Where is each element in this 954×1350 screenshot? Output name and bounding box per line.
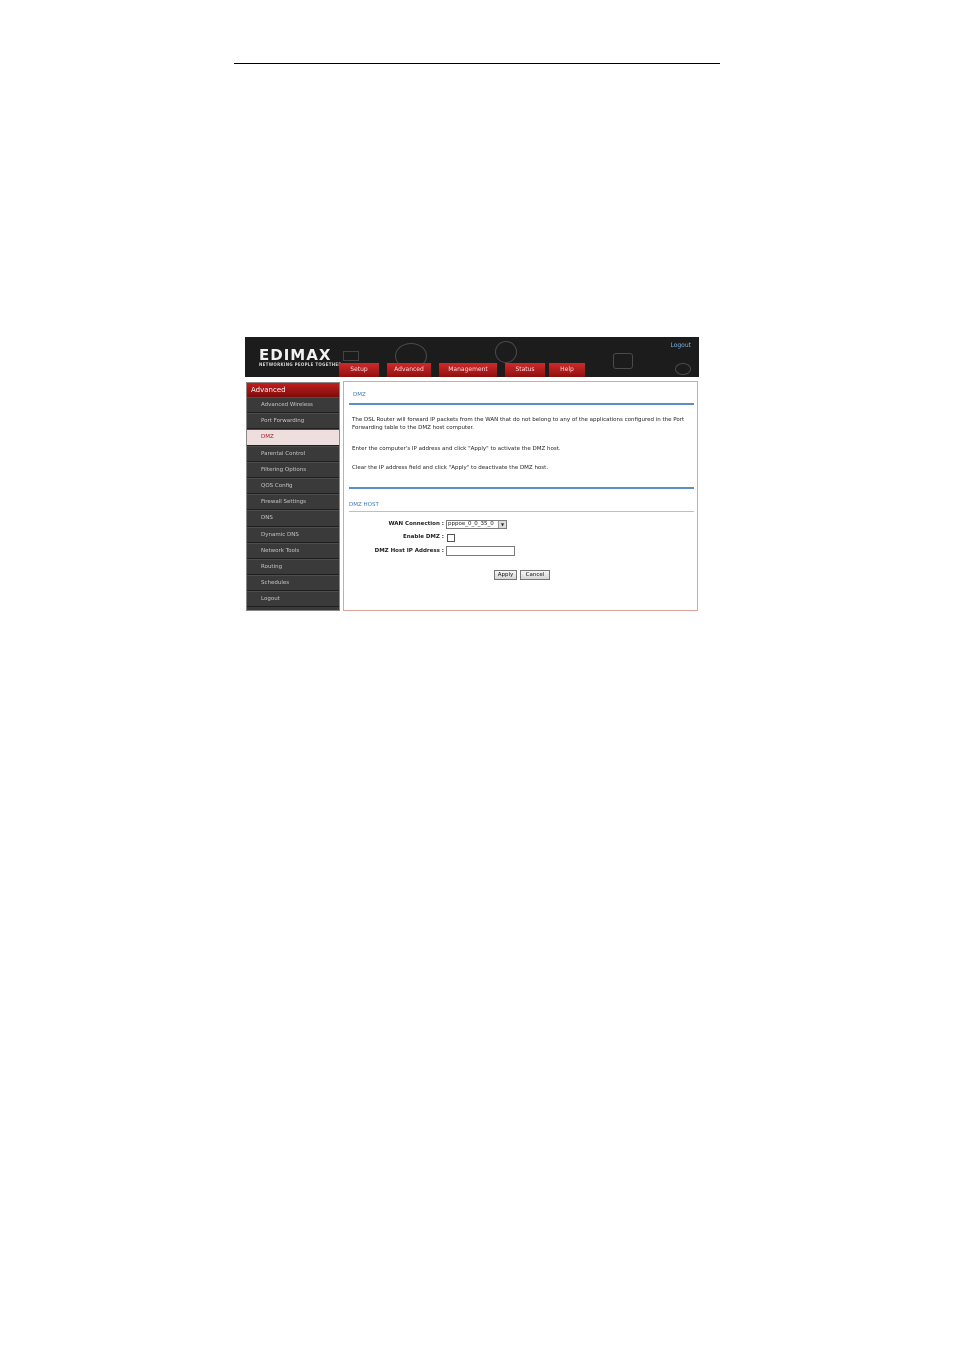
edimax-logo: EDIMAX bbox=[259, 346, 332, 364]
sidebar-item-schedules[interactable]: Schedules bbox=[247, 575, 339, 592]
decorative-device-graphic bbox=[613, 353, 633, 369]
sidebar-item-parental-control[interactable]: Parental Control bbox=[247, 445, 339, 462]
dmz-host-ip-label: DMZ Host IP Address : bbox=[374, 548, 444, 554]
document-top-rule bbox=[234, 63, 720, 64]
top-links: Logout bbox=[666, 342, 691, 349]
header-bar: EDIMAX NETWORKING PEOPLE TOGETHER Logout… bbox=[245, 337, 699, 377]
sidebar-item-dmz[interactable]: DMZ bbox=[247, 429, 339, 446]
dmz-description: The DSL Router will forward IP packets f… bbox=[352, 417, 685, 431]
dmz-host-ip-input[interactable] bbox=[446, 546, 515, 556]
dmz-enable-instruction: Enter the computer's IP address and clic… bbox=[352, 446, 561, 452]
tab-status[interactable]: Status bbox=[505, 363, 546, 377]
tab-setup[interactable]: Setup bbox=[339, 363, 380, 377]
enable-dmz-label: Enable DMZ : bbox=[403, 534, 444, 540]
cancel-button[interactable]: Cancel bbox=[520, 570, 550, 580]
chevron-down-icon: ▼ bbox=[498, 521, 506, 528]
sidebar-item-filtering-options[interactable]: Filtering Options bbox=[247, 461, 339, 478]
sidebar: Advanced Advanced Wireless Port Forwardi… bbox=[246, 382, 340, 611]
main-content: DMZ The DSL Router will forward IP packe… bbox=[343, 381, 698, 611]
sidebar-item-qos-config[interactable]: QOS Config bbox=[247, 477, 339, 495]
page-title: DMZ bbox=[353, 392, 366, 398]
wan-connection-value: pppoe_0_0_35_0 bbox=[448, 521, 494, 527]
section-divider bbox=[349, 487, 694, 489]
tab-help[interactable]: Help bbox=[549, 363, 586, 377]
sidebar-item-firewall-settings[interactable]: Firewall Settings bbox=[247, 494, 339, 511]
section-title: DMZ HOST bbox=[349, 502, 379, 508]
tab-advanced[interactable]: Advanced bbox=[387, 363, 432, 377]
section-underline bbox=[349, 511, 694, 512]
decorative-globe-graphic bbox=[495, 341, 517, 363]
decorative-box-graphic bbox=[343, 351, 359, 361]
sidebar-item-dns[interactable]: DNS bbox=[247, 510, 339, 527]
enable-dmz-checkbox[interactable] bbox=[447, 534, 455, 542]
wan-connection-label: WAN Connection : bbox=[388, 521, 444, 527]
dmz-disable-instruction: Clear the IP address field and click "Ap… bbox=[352, 465, 549, 471]
sidebar-item-logout[interactable]: Logout bbox=[247, 591, 339, 608]
router-admin-window: EDIMAX NETWORKING PEOPLE TOGETHER Logout… bbox=[245, 337, 699, 612]
sidebar-item-routing[interactable]: Routing bbox=[247, 558, 339, 576]
title-divider bbox=[349, 403, 694, 405]
wan-connection-select[interactable]: pppoe_0_0_35_0 ▼ bbox=[446, 520, 507, 529]
sidebar-item-advanced-wireless[interactable]: Advanced Wireless bbox=[247, 397, 339, 414]
apply-button[interactable]: Apply bbox=[494, 570, 517, 580]
logo-tagline: NETWORKING PEOPLE TOGETHER bbox=[259, 362, 342, 367]
tab-management[interactable]: Management bbox=[439, 363, 498, 377]
sidebar-item-dynamic-dns[interactable]: Dynamic DNS bbox=[247, 526, 339, 543]
sidebar-item-network-tools[interactable]: Network Tools bbox=[247, 542, 339, 559]
decorative-eye-graphic bbox=[675, 363, 691, 375]
sidebar-item-port-forwarding[interactable]: Port Forwarding bbox=[247, 413, 339, 430]
sidebar-heading: Advanced bbox=[247, 383, 339, 397]
header-logout-link[interactable]: Logout bbox=[670, 342, 691, 349]
